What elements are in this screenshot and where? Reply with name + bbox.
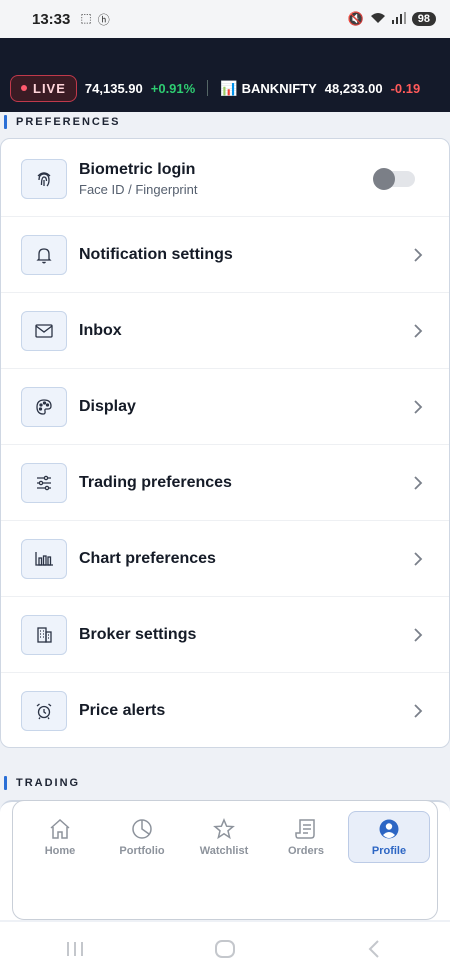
back-icon[interactable] xyxy=(364,939,386,959)
chevron-right-icon xyxy=(414,400,423,414)
app-notification-icon: ⓗ xyxy=(97,12,110,27)
section-label-preferences: PREFERENCES xyxy=(0,115,121,129)
pref-title: Inbox xyxy=(79,321,122,339)
chevron-right-icon xyxy=(414,248,423,262)
chevron-right-icon xyxy=(414,552,423,566)
bottom-nav: Home Portfolio Watchlist Orders Profile xyxy=(12,800,438,920)
star-icon xyxy=(213,817,235,839)
envelope-icon xyxy=(21,310,67,351)
live-label: LIVE xyxy=(33,80,66,96)
pref-title: Notification settings xyxy=(79,245,233,263)
bar-chart-emoji-icon: 📊 xyxy=(220,79,238,96)
pref-item-broker-settings[interactable]: Broker settings xyxy=(1,597,449,673)
nav-label: Orders xyxy=(287,844,325,857)
live-dot-icon xyxy=(21,85,27,91)
pref-item-price-alerts[interactable]: Price alerts xyxy=(1,673,449,749)
pref-item-biometric-login[interactable]: Biometric login Face ID / Fingerprint xyxy=(1,141,449,217)
alarm-clock-icon xyxy=(21,691,67,731)
user-icon xyxy=(379,819,399,838)
mute-icon: 🔇 xyxy=(347,11,364,26)
nav-watchlist[interactable]: Watchlist xyxy=(183,811,265,863)
pref-item-chart-preferences[interactable]: Chart preferences xyxy=(1,521,449,597)
ticker-change: +0.91% xyxy=(150,80,196,96)
pref-title: Biometric login xyxy=(79,160,196,178)
signal-icon xyxy=(391,11,406,27)
pref-title: Display xyxy=(79,397,136,415)
nav-profile[interactable]: Profile xyxy=(348,811,430,863)
app-header: LIVE 74,135.90 +0.91% 📊 BANKNIFTY 48,233… xyxy=(0,38,450,112)
nav-label: Home xyxy=(44,844,76,857)
chevron-right-icon xyxy=(414,628,423,642)
status-notification-icons: ⬚ ⓗ xyxy=(80,11,109,28)
status-time: 13:33 xyxy=(32,10,71,28)
nav-home[interactable]: Home xyxy=(19,811,101,863)
receipt-icon xyxy=(295,818,315,839)
ticker-divider xyxy=(207,80,209,96)
ticker-value: 48,233.00 xyxy=(324,80,383,96)
nav-portfolio[interactable]: Portfolio xyxy=(101,811,183,863)
wifi-icon xyxy=(370,12,386,27)
pref-title: Trading preferences xyxy=(79,473,232,491)
chevron-right-icon xyxy=(414,476,423,490)
pref-item-display[interactable]: Display xyxy=(1,369,449,445)
nav-label: Portfolio xyxy=(119,844,165,857)
chevron-right-icon xyxy=(414,704,423,718)
screenshot-icon: ⬚ xyxy=(80,10,92,25)
bar-chart-icon xyxy=(21,538,67,579)
toggle-knob xyxy=(373,168,395,190)
nav-label: Watchlist xyxy=(199,844,249,857)
system-nav-bar xyxy=(0,922,450,975)
preferences-card: Biometric login Face ID / Fingerprint No… xyxy=(0,138,450,748)
section-label-trading: TRADING xyxy=(0,776,80,790)
ticker-change: -0.19 xyxy=(390,80,421,96)
palette-icon xyxy=(21,386,67,427)
nav-label: Profile xyxy=(371,844,407,857)
pie-chart-icon xyxy=(132,818,152,839)
pref-item-inbox[interactable]: Inbox xyxy=(1,293,449,369)
fingerprint-icon xyxy=(21,158,67,199)
sliders-icon xyxy=(21,462,67,503)
pref-item-notification-settings[interactable]: Notification settings xyxy=(1,217,449,293)
market-ticker: LIVE 74,135.90 +0.91% 📊 BANKNIFTY 48,233… xyxy=(0,70,450,106)
pref-title: Price alerts xyxy=(79,702,166,719)
live-badge: LIVE xyxy=(10,74,77,102)
building-icon xyxy=(21,614,67,655)
ticker-value: 74,135.90 xyxy=(84,80,143,96)
battery-indicator: 98 xyxy=(411,12,436,26)
status-right: 🔇 98 xyxy=(348,11,436,27)
status-bar: 13:33 ⬚ ⓗ 🔇 98 xyxy=(0,0,450,38)
recent-apps-icon[interactable] xyxy=(64,939,86,959)
biometric-toggle[interactable] xyxy=(373,168,415,190)
ticker-name: BANKNIFTY xyxy=(241,80,317,96)
home-button-icon[interactable] xyxy=(214,939,236,959)
pref-title: Broker settings xyxy=(79,625,197,643)
bell-icon xyxy=(21,234,67,275)
nav-orders[interactable]: Orders xyxy=(265,811,347,863)
pref-title: Chart preferences xyxy=(79,549,216,567)
home-icon xyxy=(50,818,70,839)
pref-item-trading-preferences[interactable]: Trading preferences xyxy=(1,445,449,521)
chevron-right-icon xyxy=(414,324,423,338)
pref-subtitle: Face ID / Fingerprint xyxy=(79,181,198,197)
